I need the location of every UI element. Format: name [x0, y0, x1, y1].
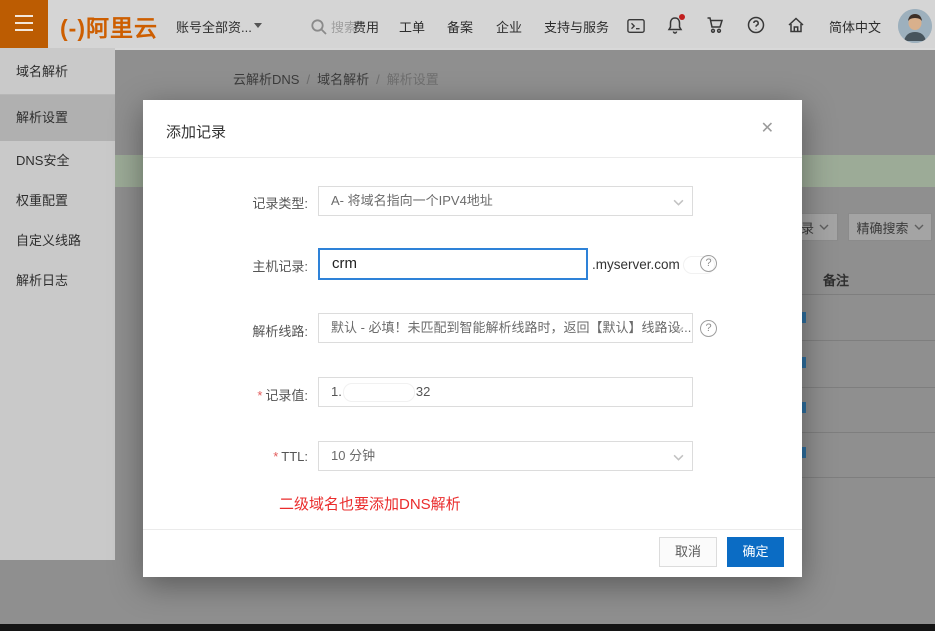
table-divider	[802, 387, 935, 388]
host-record-label: 主机记录:	[163, 256, 308, 275]
breadcrumb: 云解析DNS/域名解析/解析设置	[233, 69, 439, 88]
ttl-label: *TTL:	[163, 449, 308, 464]
top-navbar: (-)阿里云 账号全部资... 搜索 费用 工单 备案 企业 支持与服务 简体中…	[0, 0, 935, 48]
breadcrumb-section[interactable]: 域名解析	[317, 72, 369, 87]
exact-search-dropdown[interactable]: 精确搜索	[848, 213, 932, 241]
nav-item-tickets[interactable]: 工单	[399, 17, 425, 36]
confirm-button[interactable]: 确定	[727, 537, 784, 567]
record-type-select[interactable]: A- 将域名指向一个IPV4地址	[318, 186, 693, 216]
chevron-down-icon	[819, 222, 829, 232]
sidebar-item-dns-security[interactable]: DNS安全	[0, 141, 115, 181]
cancel-button[interactable]: 取消	[659, 537, 717, 567]
sidebar-item-record-settings[interactable]: 解析设置	[0, 95, 115, 141]
line-label: 解析线路:	[163, 321, 308, 340]
caret-down-icon	[254, 23, 262, 28]
line-select[interactable]: 默认 - 必填！未匹配到智能解析线路时，返回【默认】线路设...	[318, 313, 693, 343]
redaction-patch	[344, 384, 414, 401]
cloudshell-terminal-icon[interactable]	[627, 17, 645, 35]
breadcrumb-current: 解析设置	[387, 72, 439, 87]
domain-suffix: .myserver.com	[592, 257, 714, 273]
clipped-link-edge	[802, 357, 806, 368]
record-value-input[interactable]: 1.32	[318, 377, 693, 407]
sidebar-title: 域名解析	[0, 48, 115, 95]
language-switcher[interactable]: 简体中文	[829, 17, 881, 36]
chevron-down-icon	[673, 452, 684, 463]
table-divider	[802, 340, 935, 341]
sidebar: 域名解析 解析设置 DNS安全 权重配置 自定义线路 解析日志	[0, 48, 115, 560]
nav-item-billing[interactable]: 费用	[353, 17, 379, 36]
clipped-link-edge	[802, 447, 806, 458]
home-icon[interactable]	[787, 16, 805, 34]
add-record-dialog: 添加记录 ✕ 记录类型: A- 将域名指向一个IPV4地址 主机记录: crm …	[143, 100, 802, 577]
table-divider	[802, 477, 935, 478]
help-question-icon[interactable]	[747, 16, 765, 34]
dialog-title: 添加记录	[166, 121, 226, 142]
host-record-help-icon[interactable]: ?	[700, 255, 717, 272]
clipped-link-edge	[802, 312, 806, 323]
host-record-input[interactable]: crm	[318, 248, 588, 280]
ttl-select[interactable]: 10 分钟	[318, 441, 693, 471]
nav-item-enterprise[interactable]: 企业	[496, 17, 522, 36]
notification-badge-dot	[679, 14, 685, 20]
sidebar-item-dns-logs[interactable]: 解析日志	[0, 261, 115, 301]
record-value-label: *记录值:	[163, 385, 308, 404]
aliyun-console-page: (-)阿里云 账号全部资... 搜索 费用 工单 备案 企业 支持与服务 简体中…	[0, 0, 935, 631]
navbar-divider	[115, 48, 935, 50]
chevron-down-icon	[673, 324, 684, 335]
aliyun-logo[interactable]: (-)阿里云	[60, 9, 158, 43]
dialog-header-divider	[143, 157, 802, 158]
table-divider	[802, 294, 935, 295]
chevron-down-icon	[673, 197, 684, 208]
search-icon[interactable]	[310, 18, 328, 36]
chevron-down-icon	[914, 222, 924, 232]
logo-text: 阿里云	[86, 15, 158, 41]
user-avatar[interactable]	[898, 9, 932, 43]
nav-item-icp[interactable]: 备案	[447, 17, 473, 36]
table-column-remark: 备注	[823, 270, 849, 289]
sidebar-item-custom-line[interactable]: 自定义线路	[0, 221, 115, 261]
taskbar-edge	[0, 624, 935, 631]
nav-item-support[interactable]: 支持与服务	[544, 17, 609, 36]
logo-mark-icon: (-)	[60, 15, 86, 41]
dialog-footer-divider	[143, 529, 802, 530]
close-icon[interactable]: ✕	[761, 118, 774, 138]
hamburger-menu-icon[interactable]	[0, 0, 48, 48]
breadcrumb-root[interactable]: 云解析DNS	[233, 72, 299, 87]
line-help-icon[interactable]: ?	[700, 320, 717, 337]
cart-icon[interactable]	[706, 16, 724, 34]
clipped-link-edge	[802, 402, 806, 413]
record-type-label: 记录类型:	[163, 193, 308, 212]
table-divider	[802, 432, 935, 433]
sidebar-item-weight-config[interactable]: 权重配置	[0, 181, 115, 221]
account-switcher[interactable]: 账号全部资...	[176, 17, 252, 36]
red-annotation-text: 二级域名也要添加DNS解析	[279, 493, 461, 514]
